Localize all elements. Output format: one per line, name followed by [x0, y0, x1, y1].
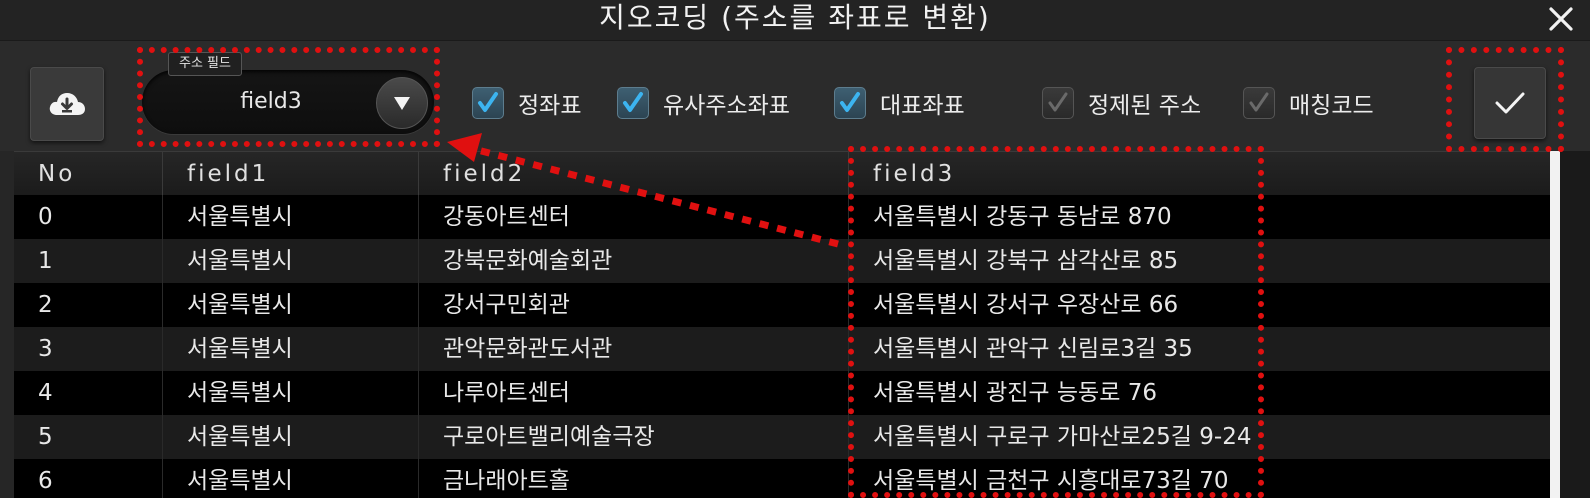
checkbox-matching-code[interactable]: 매칭코드: [1243, 84, 1374, 122]
address-field-label: 주소 필드: [168, 52, 242, 76]
cell-no: 1: [14, 239, 163, 283]
title-bar: 지오코딩 (주소를 좌표로 변환): [0, 0, 1590, 41]
cell-field2: 강북문화예술회관: [419, 239, 849, 283]
checkbox-representative-coord[interactable]: 대표좌표: [834, 84, 965, 122]
cell-field2: 금나래아트홀: [419, 459, 849, 498]
column-header-field1[interactable]: field1: [163, 152, 419, 196]
cell-field3: 서울특별시 강동구 동남로 870: [873, 204, 1172, 230]
vertical-scrollbar[interactable]: [1550, 151, 1590, 498]
confirm-button[interactable]: [1474, 67, 1546, 139]
cell-field2: 나루아트센터: [419, 371, 849, 415]
checkbox-label: 대표좌표: [880, 93, 965, 119]
cell-field2: 강서구민회관: [419, 283, 849, 327]
checkbox-label: 정좌표: [518, 93, 582, 119]
address-field-value: field3: [240, 89, 302, 114]
cell-field3: 서울특별시 광진구 능동로 76: [873, 380, 1157, 406]
cloud-download-icon: [49, 93, 85, 115]
cell-field1: 서울특별시: [163, 371, 419, 415]
table-header: No field1 field2 field3: [14, 151, 1550, 197]
cell-field1: 서울특별시: [163, 239, 419, 283]
cell-no: 2: [14, 283, 163, 327]
scrollbar-thumb[interactable]: [1550, 151, 1560, 498]
column-header-field2[interactable]: field2: [419, 152, 849, 196]
table-row[interactable]: 4 서울특별시 나루아트센터 서울특별시 광진구 능동로 76: [14, 371, 1550, 415]
column-header-field3[interactable]: field3: [849, 152, 1550, 196]
table-row[interactable]: 2 서울특별시 강서구민회관 서울특별시 강서구 우장산로 66: [14, 283, 1550, 327]
window-title: 지오코딩 (주소를 좌표로 변환): [599, 1, 991, 34]
cell-field3: 서울특별시 구로구 가마산로25길 9-24: [873, 424, 1252, 450]
cell-field3: 서울특별시 강서구 우장산로 66: [873, 292, 1179, 318]
checkbox-refined-address[interactable]: 정제된 주소: [1042, 84, 1201, 122]
triangle-down-icon: [394, 97, 410, 110]
cell-no: 6: [14, 459, 163, 498]
cell-field1: 서울특별시: [163, 327, 419, 371]
cell-field1: 서울특별시: [163, 283, 419, 327]
cell-no: 0: [14, 195, 163, 239]
checkbox-box[interactable]: [472, 87, 504, 119]
cell-field1: 서울특별시: [163, 195, 419, 239]
checkbox-label: 정제된 주소: [1088, 93, 1202, 119]
table-row[interactable]: 6 서울특별시 금나래아트홀 서울특별시 금천구 시흥대로73길 70: [14, 459, 1550, 498]
checkbox-box[interactable]: [1042, 87, 1074, 119]
cell-field3: 서울특별시 금천구 시흥대로73길 70: [873, 468, 1229, 494]
check-icon: [623, 92, 643, 112]
data-table: No field1 field2 field3 0 서울특별시 강동아트센터 서…: [14, 151, 1550, 498]
check-icon: [1249, 92, 1269, 112]
dropdown-button[interactable]: [376, 77, 428, 129]
checkbox-label: 유사주소좌표: [663, 93, 790, 119]
close-button[interactable]: [1546, 4, 1576, 34]
check-icon: [478, 92, 498, 112]
cell-field1: 서울특별시: [163, 415, 419, 459]
cell-no: 5: [14, 415, 163, 459]
cell-no: 4: [14, 371, 163, 415]
cell-no: 3: [14, 327, 163, 371]
column-header-no[interactable]: No: [14, 152, 163, 196]
checkbox-similar-address-coord[interactable]: 유사주소좌표: [617, 84, 790, 122]
download-button[interactable]: [30, 67, 104, 141]
check-icon: [1048, 92, 1068, 112]
address-field-select[interactable]: field3: [142, 70, 434, 134]
cell-field1: 서울특별시: [163, 459, 419, 498]
checkbox-box[interactable]: [1243, 87, 1275, 119]
cell-field3: 서울특별시 강북구 삼각산로 85: [873, 248, 1179, 274]
checkbox-box[interactable]: [617, 87, 649, 119]
cell-field3: 서울특별시 관악구 신림로3길 35: [873, 336, 1193, 362]
cell-field2: 관악문화관도서관: [419, 327, 849, 371]
checkbox-exact-coord[interactable]: 정좌표: [472, 84, 581, 122]
cell-field2: 강동아트센터: [419, 195, 849, 239]
check-icon: [840, 92, 860, 112]
table-row[interactable]: 3 서울특별시 관악문화관도서관 서울특별시 관악구 신림로3길 35: [14, 327, 1550, 371]
checkmark-icon: [1495, 92, 1525, 114]
cell-field2: 구로아트밸리예술극장: [419, 415, 849, 459]
table-row[interactable]: 1 서울특별시 강북문화예술회관 서울특별시 강북구 삼각산로 85: [14, 239, 1550, 283]
checkbox-label: 매칭코드: [1289, 93, 1374, 119]
table-row[interactable]: 0 서울특별시 강동아트센터 서울특별시 강동구 동남로 870: [14, 195, 1550, 239]
close-icon: [1549, 7, 1573, 31]
checkbox-box[interactable]: [834, 87, 866, 119]
table-row[interactable]: 5 서울특별시 구로아트밸리예술극장 서울특별시 구로구 가마산로25길 9-2…: [14, 415, 1550, 459]
